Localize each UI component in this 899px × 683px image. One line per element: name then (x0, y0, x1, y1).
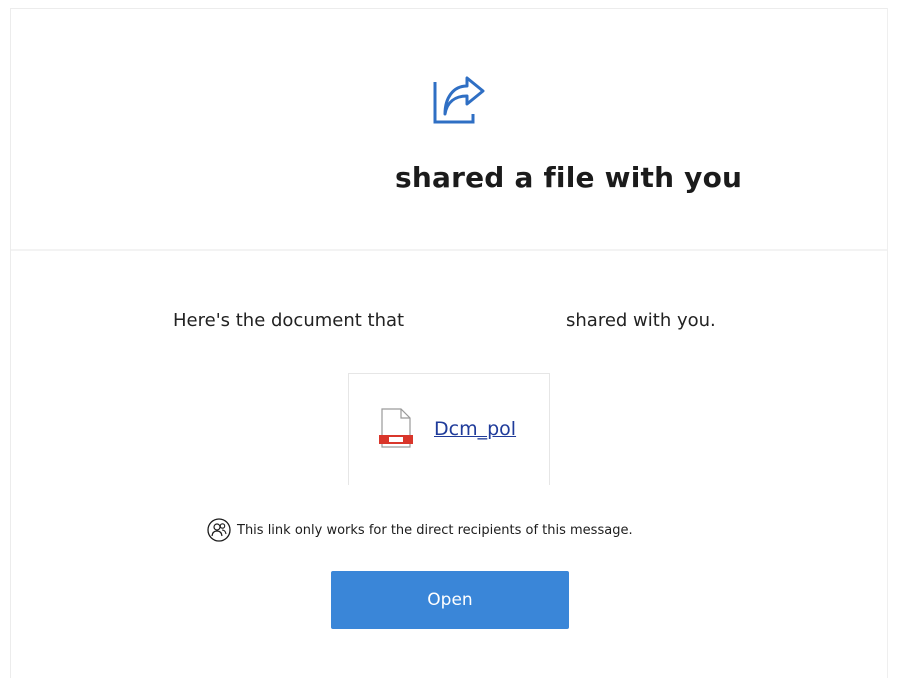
page-title: shared a file with you (395, 161, 743, 194)
pdf-file-icon (379, 408, 413, 448)
share-icon (431, 74, 491, 128)
file-link[interactable]: Dcm_pol (434, 418, 516, 440)
message-text-suffix: shared with you. (566, 310, 716, 331)
people-icon (207, 518, 231, 542)
message-text-prefix: Here's the document that (173, 310, 405, 331)
notice-text: This link only works for the direct reci… (237, 522, 633, 538)
email-header: shared a file with you (11, 9, 887, 251)
open-button[interactable]: Open (331, 571, 569, 629)
file-card[interactable]: Dcm_pol (348, 373, 550, 485)
recipient-notice: This link only works for the direct reci… (207, 517, 633, 543)
